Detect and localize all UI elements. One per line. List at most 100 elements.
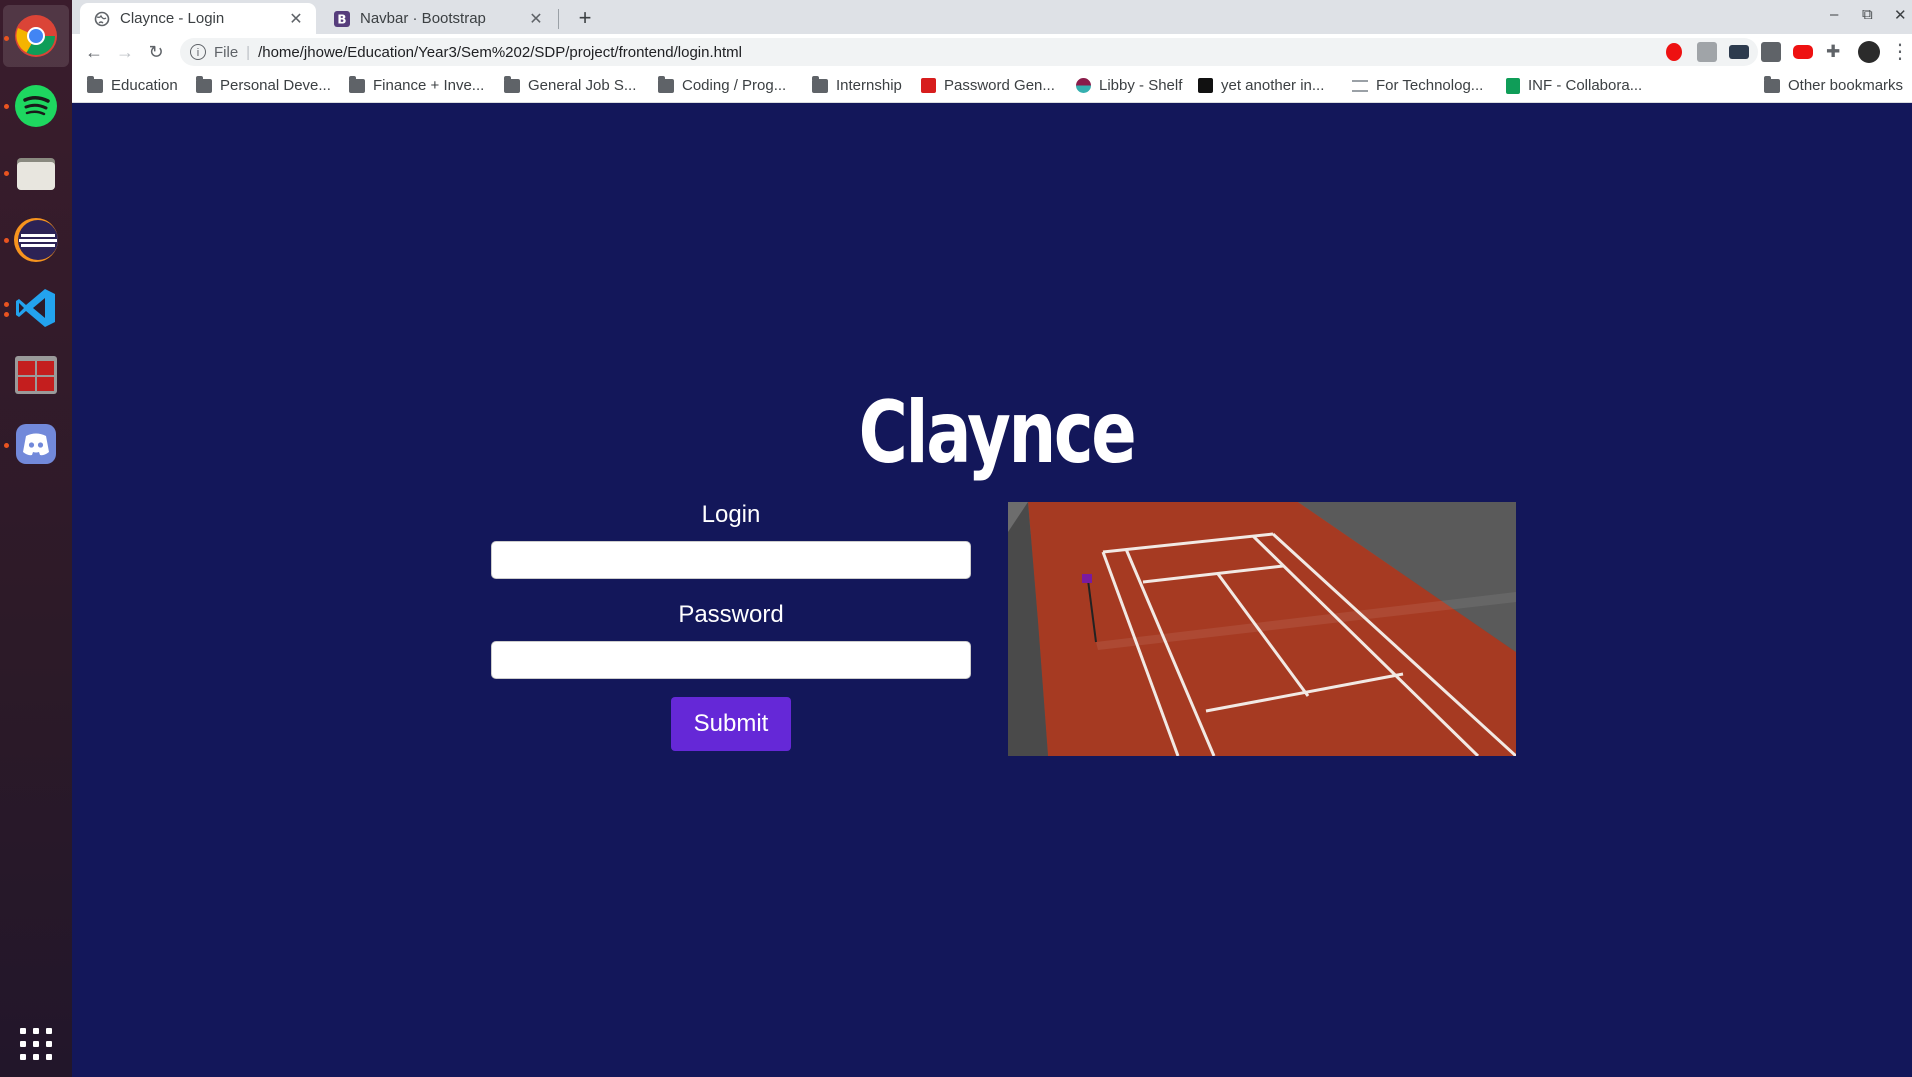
files-launcher[interactable] xyxy=(12,149,60,197)
address-bar[interactable]: i File | /home/jhowe/Education/Year3/Sem… xyxy=(180,38,1758,66)
url-divider: | xyxy=(246,43,251,61)
submit-button[interactable]: Submit xyxy=(671,697,791,751)
password-input[interactable] xyxy=(491,641,971,679)
minimize-button[interactable]: – xyxy=(1830,6,1838,23)
bookmark-for-technology[interactable]: For Technolog... xyxy=(1352,77,1483,94)
login-form: Login Password Submit xyxy=(491,501,971,751)
libby-icon xyxy=(1076,78,1091,93)
ublock-extension-icon[interactable] xyxy=(1666,43,1682,61)
bookmarks-bar: Education Personal Deve... Finance + Inv… xyxy=(72,70,1912,103)
folder-icon xyxy=(658,75,674,93)
pdf-extension-icon[interactable] xyxy=(1697,42,1717,62)
bookmark-label: Libby - Shelf xyxy=(1099,77,1183,94)
folder-icon xyxy=(87,75,103,93)
page-content: Claynce Login Password Submit xyxy=(72,103,1912,1077)
keyboard-extension-icon[interactable] xyxy=(1729,45,1749,59)
login-label: Login xyxy=(701,501,761,528)
vscode-launcher[interactable] xyxy=(12,284,60,332)
running-indicator xyxy=(4,443,9,448)
back-button[interactable]: ← xyxy=(82,40,106,64)
close-tab-icon[interactable]: ✕ xyxy=(284,9,308,29)
spotify-launcher[interactable] xyxy=(12,82,60,130)
bookmark-label: Personal Deve... xyxy=(220,77,331,94)
profile-avatar[interactable] xyxy=(1858,41,1880,63)
bookmark-education[interactable]: Education xyxy=(87,75,178,94)
page-icon xyxy=(1352,79,1368,92)
chrome-menu-icon[interactable]: ⋮ xyxy=(1888,40,1912,64)
bookmark-internship[interactable]: Internship xyxy=(812,75,902,94)
discord-launcher[interactable] xyxy=(12,420,60,468)
vscode-icon xyxy=(16,289,55,327)
bootstrap-icon: B xyxy=(334,10,350,27)
sheets-icon xyxy=(1506,77,1520,94)
spotify-icon xyxy=(15,85,57,127)
red-app-icon xyxy=(15,356,57,394)
facebook-extension-icon[interactable] xyxy=(1761,42,1781,62)
bookmark-coding[interactable]: Coding / Prog... xyxy=(658,75,787,94)
bookmark-label: Password Gen... xyxy=(944,77,1055,94)
discord-icon xyxy=(16,424,56,464)
folder-icon xyxy=(1764,75,1780,93)
url-scheme: File xyxy=(214,43,239,61)
browser-toolbar: ← → ↻ i File | /home/jhowe/Education/Yea… xyxy=(72,34,1912,70)
tab-title: Navbar · Bootstrap xyxy=(360,10,486,27)
files-icon xyxy=(17,158,55,190)
chrome-launcher[interactable] xyxy=(3,5,69,67)
bookmark-label: Education xyxy=(111,77,178,94)
url-text[interactable]: /home/jhowe/Education/Year3/Sem%202/SDP/… xyxy=(258,44,742,61)
running-indicator xyxy=(4,238,9,243)
folder-icon xyxy=(812,75,828,93)
svg-text:B: B xyxy=(337,12,346,26)
bookmark-label: For Technolog... xyxy=(1376,77,1484,94)
running-indicator xyxy=(4,171,9,176)
bookmark-general-job[interactable]: General Job S... xyxy=(504,75,637,94)
bookmark-finance[interactable]: Finance + Inve... xyxy=(349,75,485,94)
brand-title: Claynce xyxy=(858,383,1137,483)
bookmark-label: Internship xyxy=(836,77,902,94)
running-indicator xyxy=(4,302,9,307)
password-label: Password xyxy=(678,601,784,628)
running-indicator xyxy=(4,104,9,109)
chrome-icon xyxy=(15,15,57,57)
login-input[interactable] xyxy=(491,541,971,579)
window-close-button[interactable]: ✕ xyxy=(1894,6,1907,24)
new-tab-button[interactable]: + xyxy=(571,4,599,32)
terminal-icon xyxy=(1198,78,1213,93)
youtube-extension-icon[interactable] xyxy=(1793,45,1813,59)
close-tab-icon[interactable]: ✕ xyxy=(524,9,548,29)
bookmark-other[interactable]: Other bookmarks xyxy=(1764,75,1904,94)
bookmark-label: General Job S... xyxy=(528,77,637,94)
tab-claynce-login[interactable]: Claynce - Login ✕ xyxy=(80,3,316,34)
app-launcher[interactable] xyxy=(12,351,60,399)
forward-button[interactable]: → xyxy=(113,40,137,64)
bookmark-inf-collaboration[interactable]: INF - Collabora... xyxy=(1506,77,1642,94)
tennis-court-image xyxy=(1008,502,1516,756)
eclipse-launcher[interactable] xyxy=(12,216,60,264)
reload-button[interactable]: ↻ xyxy=(144,40,168,64)
restore-button[interactable]: ⧉ xyxy=(1862,6,1873,23)
tab-navbar-bootstrap[interactable]: B Navbar · Bootstrap ✕ xyxy=(320,3,556,34)
folder-icon xyxy=(349,75,365,93)
tab-strip: Claynce - Login ✕ B Navbar · Bootstrap ✕… xyxy=(72,0,1912,34)
extensions-puzzle-icon[interactable]: ✚ xyxy=(1826,42,1846,62)
bookmark-label: yet another in... xyxy=(1221,77,1325,94)
info-icon[interactable]: i xyxy=(190,44,206,60)
tab-separator xyxy=(558,9,559,29)
bookmark-yet-another[interactable]: yet another in... xyxy=(1198,77,1324,94)
ubuntu-dock xyxy=(0,0,72,1077)
globe-icon xyxy=(94,11,110,26)
eclipse-icon xyxy=(14,218,58,262)
tab-title: Claynce - Login xyxy=(120,10,225,27)
running-indicator xyxy=(4,36,9,41)
bookmark-label: Finance + Inve... xyxy=(373,77,485,94)
folder-icon xyxy=(504,75,520,93)
running-indicator xyxy=(4,312,9,317)
bookmark-libby[interactable]: Libby - Shelf xyxy=(1076,77,1182,94)
folder-icon xyxy=(196,75,212,93)
bookmark-password-gen[interactable]: Password Gen... xyxy=(921,77,1055,94)
bookmark-label: INF - Collabora... xyxy=(1528,77,1643,94)
bookmark-personal-development[interactable]: Personal Deve... xyxy=(196,75,331,94)
bookmark-label: Coding / Prog... xyxy=(682,77,787,94)
show-applications-icon[interactable] xyxy=(20,1028,52,1060)
bookmark-label: Other bookmarks xyxy=(1788,77,1904,94)
